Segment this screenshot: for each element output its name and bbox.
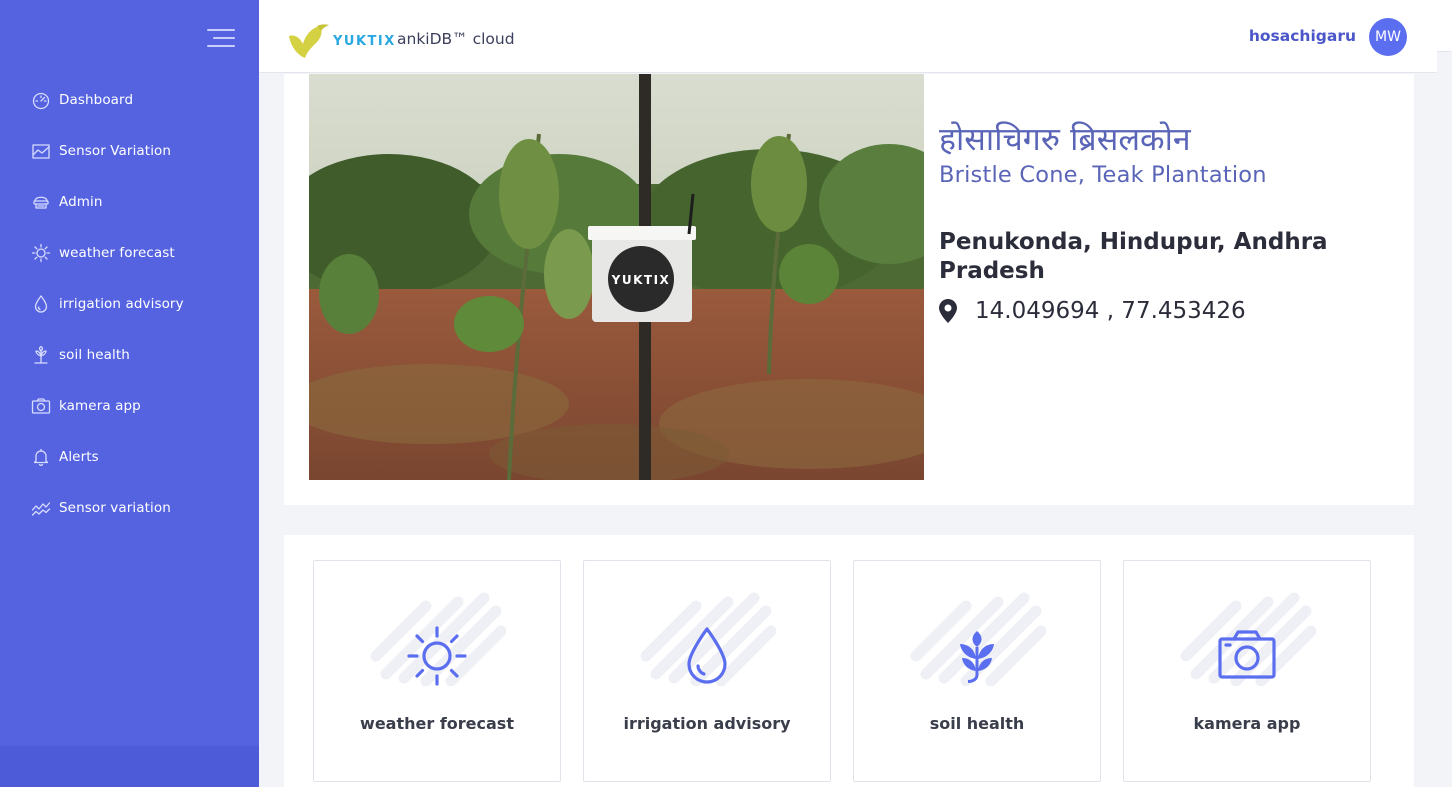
station-photo: YUKTIX <box>309 74 924 480</box>
water-drop-icon <box>676 625 738 687</box>
sidebar-item-soil-health[interactable]: soil health <box>0 329 259 380</box>
station-name-english: Bristle Cone, Teak Plantation <box>939 162 1267 188</box>
sidebar-item-label: Sensor variation <box>59 499 171 516</box>
sidebar-nav: Dashboard Sensor Variation Admin weather… <box>0 74 259 533</box>
sidebar-footer <box>0 746 259 787</box>
sidebar-item-label: Sensor Variation <box>59 142 172 159</box>
sidebar-item-label: soil health <box>59 346 130 363</box>
feature-card-weather-forecast[interactable]: weather forecast <box>313 560 561 782</box>
sidebar-item-kamera-app[interactable]: kamera app <box>0 380 259 431</box>
sidebar-item-sensor-variation[interactable]: Sensor Variation <box>0 125 259 176</box>
feature-card-soil-health[interactable]: soil health <box>853 560 1101 782</box>
feature-card-kamera-app[interactable]: kamera app <box>1123 560 1371 782</box>
sidebar-item-label: Dashboard <box>59 91 134 108</box>
sidebar-item-dashboard[interactable]: Dashboard <box>0 74 259 125</box>
sidebar: Dashboard Sensor Variation Admin weather… <box>0 0 259 787</box>
bell-icon <box>31 447 51 467</box>
sidebar-item-label: irrigation advisory <box>59 295 184 312</box>
station-name-local: होसाचिगरु ब्रिसलकोन <box>939 120 1191 158</box>
sun-icon <box>406 625 468 687</box>
feature-cards: weather forecast irrigation advisory soi… <box>284 535 1414 787</box>
chart-area-icon <box>31 141 51 161</box>
camera-icon <box>1216 625 1278 687</box>
line-chart-icon <box>31 498 51 518</box>
brand-logo[interactable]: YUKTIX <box>287 22 396 60</box>
station-info: होसाचिगरु ब्रिसलकोन Bristle Cone, Teak P… <box>939 118 1399 324</box>
water-drop-icon <box>31 294 51 314</box>
sidebar-item-label: weather forecast <box>59 244 175 261</box>
sidebar-item-admin[interactable]: Admin <box>0 176 259 227</box>
station-location: Penukonda, Hindupur, Andhra Pradesh <box>939 229 1328 284</box>
coordinates-text: 14.049694 , 77.453426 <box>975 298 1246 324</box>
avatar[interactable]: MW <box>1369 18 1407 56</box>
station-card: YUKTIX होसाचिगरु ब्रिसलकोन Bristle Cone,… <box>284 74 1414 505</box>
station-coordinates: 14.049694 , 77.453426 <box>939 298 1399 324</box>
map-pin-icon <box>939 299 957 323</box>
sidebar-item-irrigation-advisory[interactable]: irrigation advisory <box>0 278 259 329</box>
username[interactable]: hosachigaru <box>1249 27 1356 45</box>
app-title: ankiDB™ cloud <box>397 30 515 48</box>
scroll-edge <box>1437 0 1452 52</box>
feature-card-irrigation-advisory[interactable]: irrigation advisory <box>583 560 831 782</box>
device-label: YUKTIX <box>611 273 671 287</box>
logo-text: YUKTIX <box>333 33 396 49</box>
top-bar: YUKTIX ankiDB™ cloud hosachigaru MW <box>259 0 1437 73</box>
plant-icon <box>31 345 51 365</box>
feature-label: soil health <box>929 714 1025 733</box>
sidebar-item-alerts[interactable]: Alerts <box>0 431 259 482</box>
plant-icon <box>946 625 1008 687</box>
sun-icon <box>31 243 51 263</box>
dashboard-icon <box>31 90 51 110</box>
feature-label: weather forecast <box>360 714 514 733</box>
feature-label: kamera app <box>1193 714 1301 733</box>
camera-icon <box>31 396 51 416</box>
sidebar-item-weather-forecast[interactable]: weather forecast <box>0 227 259 278</box>
admin-icon <box>31 192 51 212</box>
sidebar-item-label: kamera app <box>59 397 141 414</box>
feature-label: irrigation advisory <box>623 714 791 733</box>
sidebar-item-label: Admin <box>59 193 103 210</box>
sidebar-item-sensor-variation-2[interactable]: Sensor variation <box>0 482 259 533</box>
menu-toggle-icon[interactable] <box>207 27 235 49</box>
bird-logo-icon <box>289 24 329 58</box>
sidebar-item-label: Alerts <box>59 448 99 465</box>
